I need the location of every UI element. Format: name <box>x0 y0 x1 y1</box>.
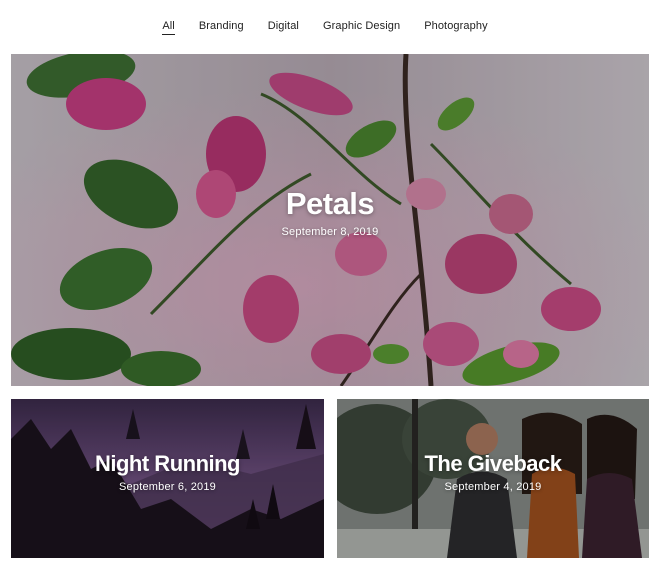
post-title[interactable]: Petals <box>286 186 375 222</box>
post-date: September 4, 2019 <box>444 480 542 493</box>
post-card-night-running[interactable]: Night Running September 6, 2019 <box>11 399 324 558</box>
filter-all[interactable]: All <box>162 20 175 35</box>
filter-branding[interactable]: Branding <box>199 20 244 34</box>
filter-photography[interactable]: Photography <box>424 20 487 34</box>
post-card-petals[interactable]: Petals September 8, 2019 <box>11 54 649 386</box>
post-date: September 6, 2019 <box>119 480 216 493</box>
portfolio-filter-nav: All Branding Digital Graphic Design Phot… <box>0 0 662 54</box>
filter-graphic-design[interactable]: Graphic Design <box>323 20 400 34</box>
post-title[interactable]: The Giveback <box>424 451 562 477</box>
petals-overlay: Petals September 8, 2019 <box>11 54 649 386</box>
post-date: September 8, 2019 <box>281 226 379 238</box>
post-title[interactable]: Night Running <box>95 451 241 477</box>
the-giveback-overlay: The Giveback September 4, 2019 <box>337 399 649 558</box>
filter-digital[interactable]: Digital <box>268 20 299 34</box>
night-running-overlay: Night Running September 6, 2019 <box>11 399 324 558</box>
post-card-the-giveback[interactable]: The Giveback September 4, 2019 <box>337 399 649 558</box>
